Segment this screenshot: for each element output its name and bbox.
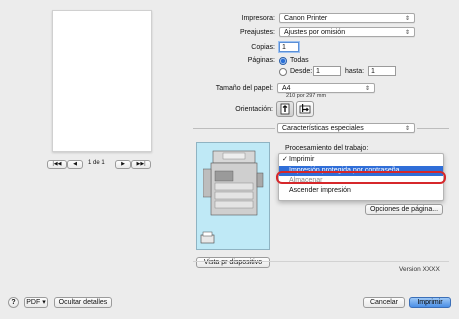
- menu-item-print[interactable]: ✓ Imprimir: [279, 155, 443, 165]
- portrait-button[interactable]: [276, 101, 294, 117]
- page-preview: [52, 10, 152, 152]
- landscape-button[interactable]: [296, 101, 314, 117]
- printer-device-icon: [203, 150, 264, 216]
- pages-from-label: Desde:: [290, 68, 313, 75]
- divider-right: [417, 128, 449, 129]
- help-button[interactable]: ?: [8, 297, 19, 308]
- chevron-updown-icon: ⇕: [404, 30, 410, 36]
- copies-field[interactable]: 1: [279, 42, 299, 52]
- presets-label: Preajustes:: [239, 29, 275, 36]
- menu-item-store[interactable]: Almacenar: [279, 176, 443, 186]
- last-page-button[interactable]: ▶▶|: [131, 160, 151, 169]
- printer-label: Impresora:: [241, 15, 275, 22]
- pages-to-label: hasta:: [345, 68, 365, 75]
- next-page-button[interactable]: ▶: [115, 160, 131, 169]
- prev-page-button[interactable]: ◀: [67, 160, 83, 169]
- printer-value: Canon Printer: [284, 15, 328, 22]
- device-preview: [196, 142, 270, 250]
- divider-bottom: [193, 261, 449, 262]
- copies-label: Copias:: [251, 44, 275, 51]
- chevron-updown-icon: ⇕: [404, 16, 410, 22]
- device-view-button[interactable]: Vista pr dispositivo: [196, 257, 270, 268]
- divider-left: [193, 128, 275, 129]
- chevron-updown-icon: ⇕: [364, 86, 370, 92]
- cancel-button[interactable]: Cancelar: [363, 297, 405, 308]
- page-options-button[interactable]: Opciones de página...: [365, 204, 443, 215]
- page-counter: 1 de 1: [88, 160, 105, 166]
- menu-item-secured-print-label: Impresión protegida por contraseña: [289, 167, 400, 174]
- menu-item-promote-print[interactable]: Ascender impresión: [279, 186, 443, 196]
- version-text: Version XXXX: [399, 266, 440, 273]
- job-processing-label: Procesamiento del trabajo:: [285, 145, 369, 152]
- hide-details-button[interactable]: Ocultar detalles: [54, 297, 112, 308]
- chevron-updown-icon: ⇕: [404, 126, 410, 132]
- pdf-button[interactable]: PDF ▾: [24, 297, 48, 308]
- printer-select[interactable]: Canon Printer ⇕: [279, 13, 415, 23]
- paper-dimensions: 210 por 297 mm: [286, 93, 327, 99]
- finisher-icon: [200, 231, 215, 244]
- section-select[interactable]: Características especiales ⇕: [277, 123, 415, 133]
- pages-all-label: Todas: [290, 57, 309, 64]
- menu-item-secured-print[interactable]: Impresión protegida por contraseña: [279, 166, 443, 176]
- menu-item-promote-print-label: Ascender impresión: [289, 187, 351, 194]
- paper-size-select[interactable]: A4 ⇕: [277, 83, 375, 93]
- portrait-orientation-icon: [280, 103, 290, 115]
- section-select-value: Características especiales: [282, 125, 364, 132]
- first-page-button[interactable]: |◀◀: [47, 160, 67, 169]
- job-processing-menu[interactable]: ✓ Imprimir Impresión protegida por contr…: [278, 153, 444, 201]
- orientation-label: Orientación:: [235, 106, 273, 113]
- pages-all-radio[interactable]: [279, 57, 287, 65]
- print-button[interactable]: Imprimir: [409, 297, 451, 308]
- paper-size-label: Tamaño del papel:: [215, 85, 273, 92]
- menu-item-store-label: Almacenar: [289, 177, 323, 184]
- presets-select[interactable]: Ajustes por omisión ⇕: [279, 27, 415, 37]
- landscape-orientation-icon: [299, 104, 311, 114]
- menu-item-print-label: Imprimir: [289, 156, 315, 163]
- paper-size-value: A4: [282, 85, 291, 92]
- checkmark-icon: ✓: [282, 156, 288, 163]
- pages-from-field[interactable]: 1: [313, 66, 341, 76]
- pages-range-radio[interactable]: [279, 68, 287, 76]
- pages-label: Páginas:: [247, 57, 275, 64]
- help-icon: ?: [11, 299, 16, 306]
- presets-value: Ajustes por omisión: [284, 29, 346, 36]
- pages-to-field[interactable]: 1: [368, 66, 396, 76]
